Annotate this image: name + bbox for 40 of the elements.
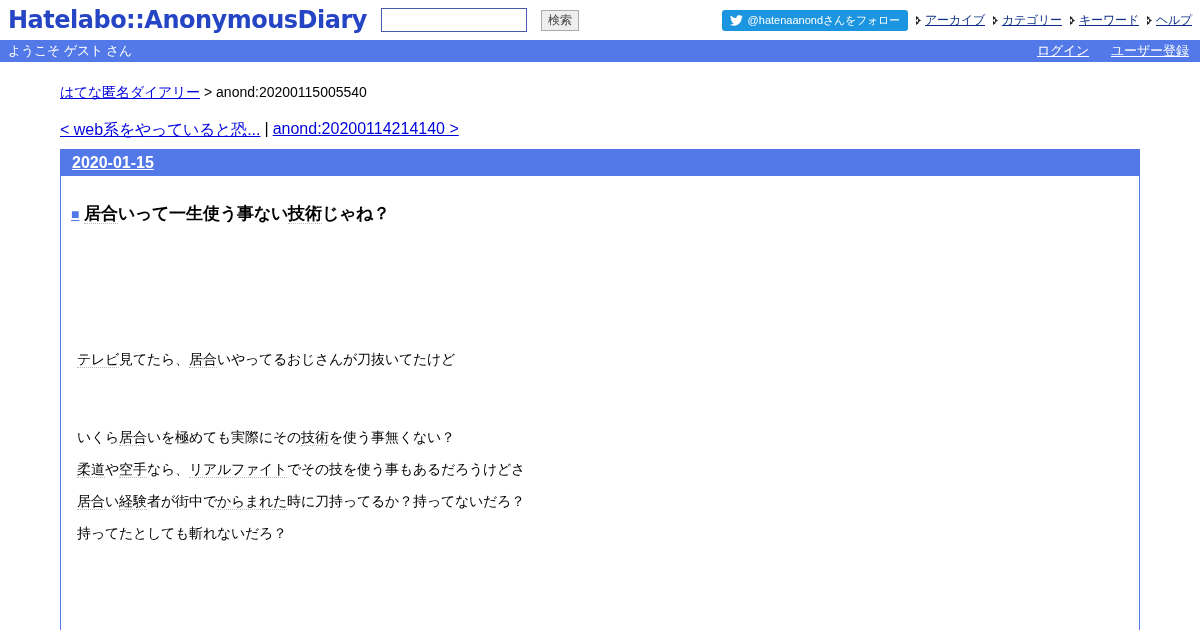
chevron-icon <box>993 15 999 25</box>
keyword-link[interactable]: 技術 <box>301 429 329 446</box>
keyword-link[interactable]: 居合 <box>119 429 147 446</box>
next-link[interactable]: anond:20200114214140 > <box>272 120 459 141</box>
keyword-link[interactable]: からまれた <box>217 493 287 510</box>
keyword-link[interactable]: 柔道 <box>77 461 105 478</box>
breadcrumb-link[interactable]: はてな匿名ダイアリー <box>60 84 200 102</box>
keyword-link[interactable]: テレビ <box>77 351 119 368</box>
keyword-link[interactable]: 居合 <box>84 204 119 224</box>
keyword-link[interactable]: 空手 <box>119 461 147 478</box>
keyword-link[interactable]: 居合 <box>189 351 217 368</box>
chevron-icon <box>916 15 922 25</box>
site-logo[interactable]: Hatelabo::AnonymousDiary <box>8 6 367 34</box>
search-button[interactable]: 検索 <box>540 9 579 31</box>
account-link[interactable]: ユーザー登録 <box>1111 42 1189 60</box>
body-paragraph: 居合い経験者が街中でからまれた時に刀持ってるか？持ってないだろ？ <box>77 493 526 511</box>
breadcrumb-current: > anond:20200115005540 <box>204 84 367 102</box>
keyword-link[interactable]: 居合 <box>77 493 105 510</box>
bird-icon <box>729 14 743 26</box>
body-paragraph: 持ってたとしても斬れないだろ？ <box>77 525 288 543</box>
date-link[interactable]: 2020-01-15 <box>72 154 154 172</box>
body-paragraph: いくら居合いを極めても実際にその技術を使う事無くない？ <box>77 429 456 447</box>
chevron-icon <box>1147 15 1153 25</box>
keyword-link[interactable]: リアルファイト <box>189 461 287 478</box>
welcome-text: ようこそ ゲスト さん <box>8 42 133 60</box>
search-field[interactable] <box>380 8 527 32</box>
keyword-link[interactable]: 技術 <box>288 204 323 224</box>
body-paragraph: 柔道や空手なら、リアルファイト でその技を使う事もあるだろうけどさ <box>77 461 526 479</box>
nav-link[interactable]: カテゴリー <box>993 11 1062 29</box>
previous-link[interactable]: < web系をやっていると恐... <box>60 120 261 141</box>
entry-title: 居合いって一生使う事ない技術じゃね？ <box>84 203 391 225</box>
nav-link[interactable]: アーカイブ <box>916 11 985 29</box>
body-paragraph: テレビ見てたら、居合いやってるおじさんが刀抜いてたけど <box>77 351 456 369</box>
entry-permalink[interactable]: ■ <box>71 205 80 222</box>
account-link[interactable]: ログイン <box>1037 42 1089 60</box>
nav-link[interactable]: キーワード <box>1070 11 1139 29</box>
keyword-link[interactable]: 経験 <box>119 493 147 510</box>
chevron-icon <box>1070 15 1076 25</box>
nav-link[interactable]: ヘルプ <box>1147 11 1192 29</box>
pager-separator: | <box>264 120 269 139</box>
